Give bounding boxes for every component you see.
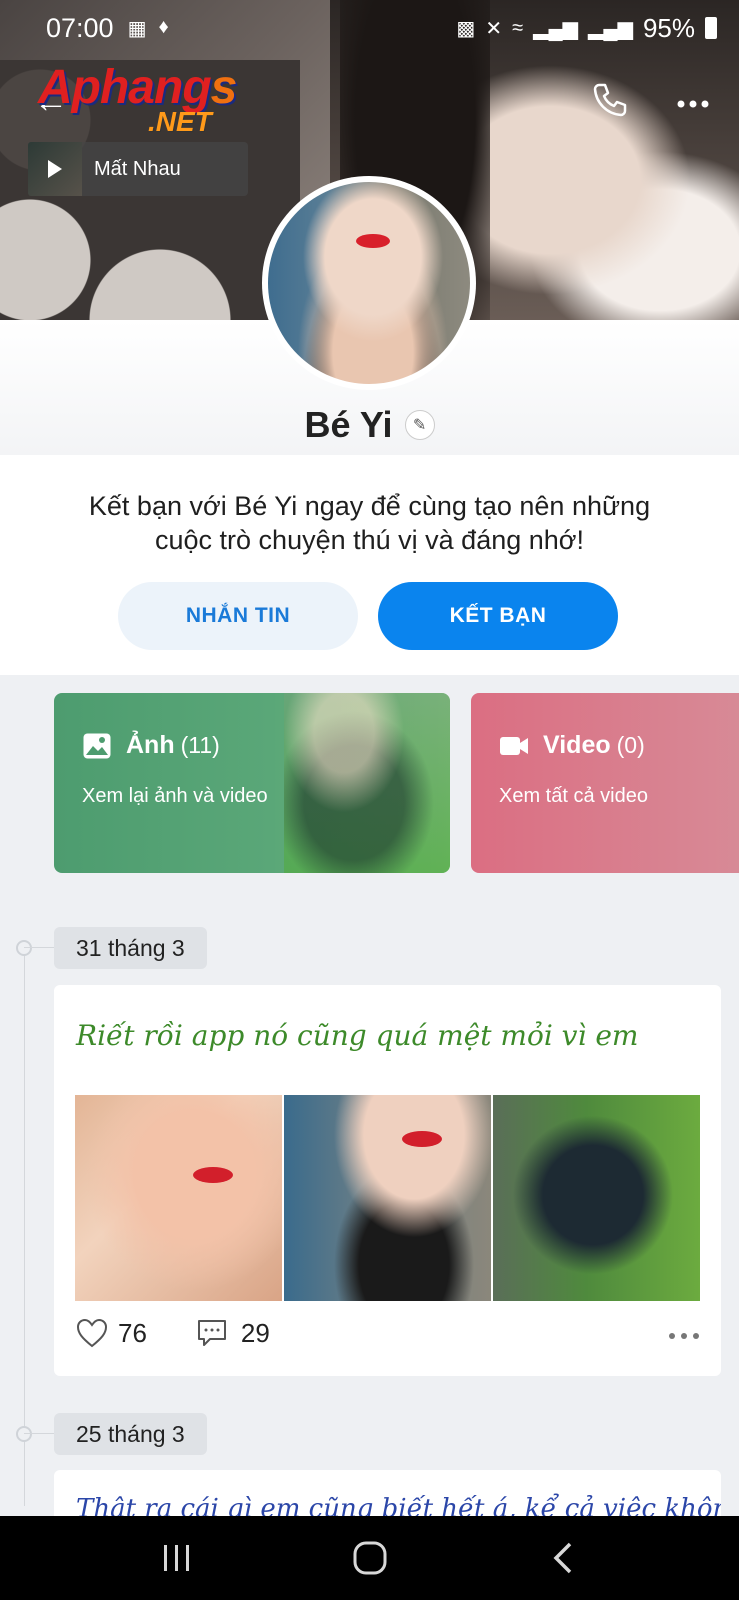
logo-text-net: .NET: [148, 106, 212, 137]
post-caption: Thật ra cái gì em cũng biết hết á, kể cả…: [76, 1494, 721, 1516]
message-button[interactable]: NHẮN TIN: [118, 582, 358, 650]
photos-count: (11): [180, 732, 220, 758]
status-time: 07:00: [46, 12, 114, 43]
photos-card[interactable]: Ảnh (11) Xem lại ảnh và video: [54, 693, 450, 873]
comment-count: 29: [240, 1317, 270, 1348]
timeline-dot: [16, 940, 32, 956]
phone-call-icon[interactable]: [590, 80, 630, 120]
back-nav-icon[interactable]: [533, 1528, 593, 1588]
timeline-date: 25 tháng 3: [24, 1413, 207, 1455]
photos-card-title: Ảnh (11): [126, 731, 220, 759]
calendar-icon: ▦: [127, 17, 147, 40]
status-right-icons: ▩ ✕ ≈ ▂▄▆ ▂▄▆ 95%: [456, 13, 717, 44]
edit-pencil-icon[interactable]: ✎: [404, 410, 435, 440]
play-icon[interactable]: [48, 160, 62, 178]
timeline-line: [24, 946, 25, 1506]
signal-2-icon: ▂▄▆: [588, 17, 633, 40]
videos-card-title: Video (0): [543, 731, 645, 759]
notification-app-icon: ♦: [158, 15, 169, 38]
video-camera-icon: [500, 736, 528, 755]
wifi-icon: ≈: [512, 16, 524, 39]
heart-icon: [76, 1318, 108, 1348]
profile-name-row: Bé Yi ✎: [0, 404, 739, 446]
like-button[interactable]: 76: [76, 1318, 147, 1349]
post-photo[interactable]: [75, 1095, 282, 1301]
music-title: Mất Nhau: [94, 157, 181, 180]
post-photo-grid: [75, 1095, 700, 1301]
timeline-date: 31 tháng 3: [24, 927, 207, 969]
videos-card-subtitle: Xem tất cả video: [499, 785, 648, 807]
videos-count: (0): [616, 732, 645, 758]
timeline-post[interactable]: Riết rồi app nó cũng quá mệt mỏi vì em 7…: [54, 985, 721, 1376]
comment-icon: [197, 1320, 226, 1346]
image-icon: [83, 733, 111, 758]
post-photo[interactable]: [493, 1095, 700, 1301]
home-icon[interactable]: [340, 1528, 400, 1588]
timeline-dot: [16, 1426, 32, 1442]
signal-icon: ▂▄▆: [533, 17, 579, 40]
system-nav-bar: [0, 1516, 739, 1600]
friend-request-panel: Kết bạn với Bé Yi ngay để cùng tạo nên n…: [0, 455, 739, 675]
post-caption: Riết rồi app nó cũng quá mệt mỏi vì em: [76, 1019, 639, 1052]
videos-card[interactable]: Video (0) Xem tất cả video: [471, 693, 739, 873]
recent-apps-icon[interactable]: [147, 1528, 207, 1588]
invite-text: Kết bạn với Bé Yi ngay để cùng tạo nên n…: [88, 491, 651, 555]
status-bar: 07:00 ▦ ♦ ▩ ✕ ≈ ▂▄▆ ▂▄▆ 95%: [0, 0, 739, 56]
battery-percent: 95%: [642, 12, 695, 43]
mute-icon: ✕: [485, 17, 503, 40]
post-more-icon[interactable]: [668, 1320, 700, 1346]
post-photo[interactable]: [284, 1095, 491, 1301]
like-count: 76: [118, 1317, 147, 1348]
watermark-logo: Aphangs .NET: [38, 60, 258, 140]
comment-button[interactable]: 29: [197, 1318, 270, 1349]
logo-text-s: s: [210, 61, 238, 114]
avatar[interactable]: [262, 176, 476, 390]
more-options-icon[interactable]: [676, 84, 716, 114]
music-thumbnail: [28, 142, 82, 196]
profile-name: Bé Yi: [304, 404, 393, 445]
photos-card-subtitle: Xem lại ảnh và video: [82, 785, 268, 807]
profile-music[interactable]: Mất Nhau: [28, 142, 248, 196]
battery-saver-icon: ▩: [456, 17, 476, 40]
status-left-icons: ▦ ♦: [128, 16, 169, 41]
add-friend-button[interactable]: KẾT BẠN: [378, 582, 618, 650]
photos-card-background: [284, 693, 450, 873]
battery-icon: [705, 17, 717, 39]
post-actions: 76 29: [76, 1311, 700, 1355]
timeline-post[interactable]: Thật ra cái gì em cũng biết hết á, kể cả…: [54, 1470, 721, 1516]
avatar-image: [268, 182, 470, 384]
